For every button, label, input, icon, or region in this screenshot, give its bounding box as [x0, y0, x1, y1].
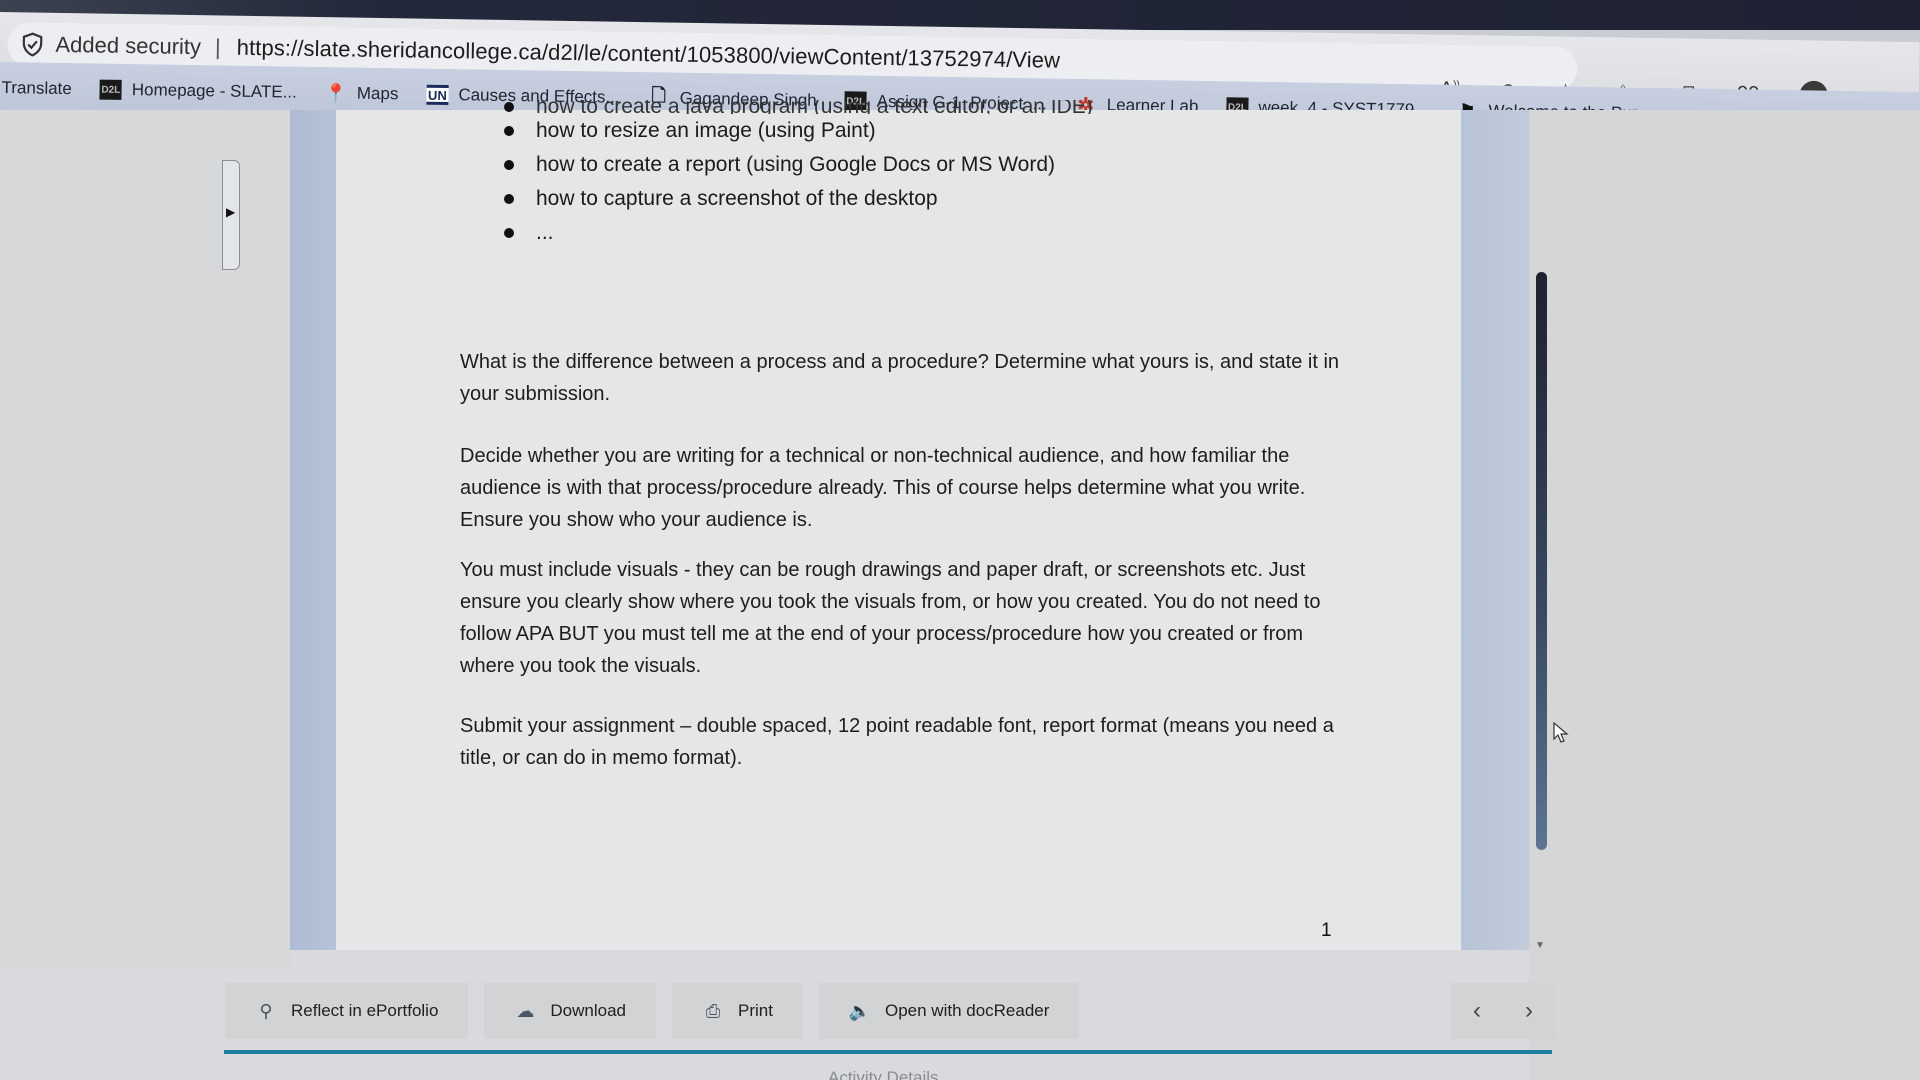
list-item: how to create a java program (using a te…	[504, 100, 1093, 114]
page-content: ▶ how to create a java program (using a …	[0, 100, 1920, 1080]
pagination-arrows: ‹ ›	[1451, 983, 1555, 1039]
scroll-down-arrow[interactable]: ▼	[1535, 940, 1545, 951]
activity-details-heading[interactable]: Activity Details	[828, 1068, 939, 1080]
next-button[interactable]: ›	[1503, 983, 1555, 1039]
bullet-dot	[504, 194, 514, 204]
document-frame-right	[1461, 110, 1529, 950]
list-item: ...	[504, 216, 1093, 250]
document-viewer: how to create a java program (using a te…	[336, 100, 1461, 950]
paragraph-submit: Submit your assignment – double spaced, …	[460, 715, 1334, 769]
bookmark-label: Maps	[356, 83, 399, 104]
bookmark-homepage-slate[interactable]: D2L Homepage - SLATE...	[99, 79, 297, 103]
map-pin-icon: 📍	[324, 82, 348, 103]
cloud-download-icon: ☁	[516, 1000, 535, 1021]
paragraph-process-vs-procedure: What is the difference between a process…	[460, 351, 1340, 405]
bullet-list: how to create a java program (using a te…	[504, 100, 1093, 250]
bullet-dot	[504, 126, 514, 136]
bullet-dot	[504, 160, 514, 170]
print-button[interactable]: ⎙ Print	[672, 983, 803, 1039]
button-label: Print	[738, 1001, 773, 1020]
reflect-eportfolio-button[interactable]: ⚲ Reflect in ePortfolio	[225, 983, 469, 1039]
eportfolio-icon: ⚲	[259, 1000, 273, 1021]
docreader-icon: 🔈	[848, 1000, 872, 1021]
section-divider	[224, 1050, 1552, 1054]
bookmark-label: Translate	[1, 78, 72, 99]
d2l-icon: D2L	[99, 79, 122, 100]
button-label: Download	[550, 1001, 627, 1020]
bookmark-maps[interactable]: 📍 Maps	[324, 82, 399, 104]
button-label: Reflect in ePortfolio	[291, 1001, 439, 1020]
document-toolbar: ⚲ Reflect in ePortfolio ☁ Download ⎙ Pri…	[225, 975, 1555, 1047]
mouse-cursor-icon	[1553, 722, 1569, 743]
scrollbar-thumb[interactable]	[1536, 272, 1547, 850]
page-number: 1	[1321, 920, 1332, 941]
un-icon: UN	[426, 84, 449, 106]
list-item: how to capture a screenshot of the deskt…	[504, 182, 1093, 216]
document-frame-left	[290, 110, 336, 950]
list-item: how to resize an image (using Paint)	[504, 114, 1093, 148]
bullet-dot	[504, 228, 514, 238]
expand-panel-button[interactable]: ▶	[222, 160, 240, 270]
caret-right-icon: ▶	[226, 205, 236, 219]
paragraph-audience: Decide whether you are writing for a tec…	[460, 445, 1306, 531]
separator: |	[214, 34, 221, 60]
bookmark-translate[interactable]: Translate	[1, 78, 72, 99]
open-docreader-button[interactable]: 🔈 Open with docReader	[818, 983, 1080, 1039]
printer-icon: ⎙	[705, 1000, 721, 1021]
list-item: how to create a report (using Google Doc…	[504, 148, 1093, 182]
download-button[interactable]: ☁ Download	[484, 983, 657, 1039]
button-label: Open with docReader	[884, 1001, 1050, 1020]
left-panel: ▶	[0, 110, 290, 970]
previous-button[interactable]: ‹	[1451, 983, 1503, 1039]
bookmark-label: Homepage - SLATE...	[131, 80, 297, 102]
security-label: Added security	[55, 31, 202, 60]
paragraph-visuals: You must include visuals - they can be r…	[460, 559, 1321, 677]
right-margin	[1529, 110, 1920, 1080]
shield-check-icon	[22, 32, 43, 57]
